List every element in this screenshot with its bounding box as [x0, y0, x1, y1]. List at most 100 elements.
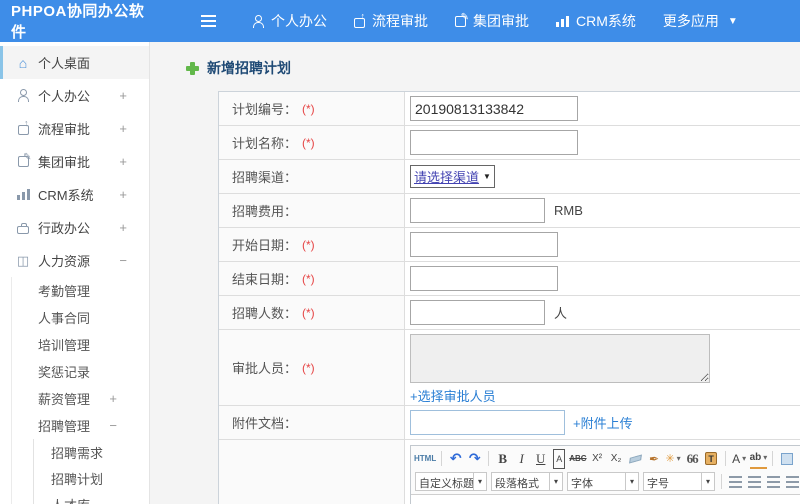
sidebar-item-salary[interactable]: 薪资管理 + — [12, 385, 149, 412]
align-justify-icon[interactable] — [786, 475, 799, 488]
share-arrow-icon — [17, 118, 29, 135]
align-right-icon[interactable] — [767, 475, 780, 488]
sidebar-item-training[interactable]: 培训管理 — [12, 331, 149, 358]
briefcase-icon — [17, 223, 29, 234]
strikethrough-button[interactable]: ABC — [569, 449, 586, 469]
form-row-channel: 招聘渠道： 请选择渠道 — [219, 160, 800, 194]
back-color-button[interactable]: ab — [749, 449, 768, 469]
expand-plus[interactable]: + — [119, 88, 149, 103]
rich-text-editor: HTML B I U A ABC X² X₂ — [410, 445, 800, 504]
nav-crm-system[interactable]: CRM系统 — [556, 11, 636, 31]
expand-plus[interactable]: + — [119, 187, 149, 202]
sidebar-item-group-approval[interactable]: 集团审批 + — [0, 145, 149, 178]
plan-number-input[interactable] — [410, 96, 578, 121]
subscript-button[interactable]: X₂ — [608, 449, 625, 469]
font-size-dropdown[interactable]: 字号 — [643, 472, 715, 491]
format-brush-icon[interactable]: ✒ — [646, 449, 663, 469]
sidebar-item-admin-office[interactable]: 行政办公 + — [0, 211, 149, 244]
start-date-input[interactable] — [410, 232, 558, 257]
field-label: 结束日期： — [232, 272, 298, 287]
nav-label: 个人办公 — [271, 13, 327, 29]
nav-workflow-approval[interactable]: 流程审批 — [354, 11, 428, 31]
underline-button[interactable]: U — [532, 449, 549, 469]
divider — [721, 474, 722, 489]
font-family-dropdown[interactable]: 字体 — [567, 472, 639, 491]
end-date-input[interactable] — [410, 266, 558, 291]
book-icon: ◫ — [16, 253, 30, 268]
upload-attachment-link[interactable]: +附件上传 — [573, 413, 633, 432]
share-arrow-icon — [354, 11, 365, 28]
autotypeset-icon[interactable]: ✳ — [665, 449, 682, 469]
custom-title-dropdown[interactable]: 自定义标题 — [415, 472, 487, 491]
field-label: 计划编号： — [232, 102, 298, 117]
redo-icon[interactable] — [466, 449, 483, 469]
expand-plus[interactable]: + — [119, 154, 149, 169]
autoformat-button[interactable]: A — [553, 448, 566, 469]
sidebar-item-personal-desktop[interactable]: ⌂ 个人桌面 — [0, 46, 149, 79]
nav-more-apps[interactable]: 更多应用 ▼ — [663, 11, 738, 31]
caret-down-icon — [701, 473, 714, 490]
channel-select[interactable]: 请选择渠道 — [410, 165, 495, 188]
eraser-icon[interactable] — [627, 449, 644, 469]
headcount-input[interactable] — [410, 300, 545, 325]
approver-textarea[interactable] — [410, 334, 710, 383]
sidebar-item-human-resources[interactable]: ◫ 人力资源 − — [0, 244, 149, 277]
person-icon — [17, 89, 29, 102]
sidebar-item-recruit-mgmt[interactable]: 招聘管理 − — [12, 412, 149, 439]
main-content: 新增招聘计划 计划编号： (*) 计划名称： (*) 招聘渠道： — [150, 42, 800, 504]
bold-button[interactable]: B — [494, 449, 511, 469]
nav-personal-office[interactable]: 个人办公 — [252, 11, 327, 31]
editor-content-area[interactable] — [411, 495, 800, 504]
expand-minus[interactable]: − — [119, 253, 149, 268]
align-center-icon[interactable] — [748, 475, 761, 488]
plan-name-input[interactable] — [410, 130, 578, 155]
bar-chart-icon — [556, 15, 569, 27]
page-title: 新增招聘计划 — [186, 58, 800, 78]
undo-icon[interactable] — [447, 449, 464, 469]
source-code-button[interactable]: HTML — [414, 449, 436, 469]
form-row-editor: HTML B I U A ABC X² X₂ — [219, 440, 800, 504]
cost-input[interactable] — [410, 198, 545, 223]
sidebar-item-rewards[interactable]: 奖惩记录 — [12, 358, 149, 385]
nav-label: 集团审批 — [473, 13, 529, 29]
form-row-start-date: 开始日期： (*) — [219, 228, 800, 262]
paste-clipboard-icon[interactable] — [703, 449, 720, 469]
sidebar-item-recruit-plan[interactable]: 招聘计划 — [34, 465, 149, 491]
required-mark: (*) — [302, 101, 315, 116]
bar-chart-icon — [16, 189, 30, 200]
sidebar-item-workflow-approval[interactable]: 流程审批 + — [0, 112, 149, 145]
paragraph-format-dropdown[interactable]: 段落格式 — [491, 472, 563, 491]
nav-label: CRM系统 — [576, 13, 636, 29]
superscript-button[interactable]: X² — [589, 449, 606, 469]
select-approver-link[interactable]: +选择审批人员 — [410, 386, 496, 405]
sidebar-toggle-button[interactable] — [198, 11, 218, 31]
divider — [724, 451, 726, 466]
blockquote-button[interactable]: 66 — [684, 449, 701, 469]
toolbar-row-1: HTML B I U A ABC X² X₂ — [413, 447, 800, 470]
sidebar-item-personal-office[interactable]: 个人办公 + — [0, 79, 149, 112]
recruit-submenu: 招聘需求 招聘计划 人才库 — [33, 439, 149, 504]
expand-minus[interactable]: − — [109, 418, 149, 433]
field-label: 招聘渠道： — [232, 170, 298, 185]
sidebar-item-attendance[interactable]: 考勤管理 — [12, 277, 149, 304]
sidebar-item-recruit-need[interactable]: 招聘需求 — [34, 439, 149, 465]
sidebar-item-hr-contract[interactable]: 人事合同 — [12, 304, 149, 331]
expand-plus[interactable]: + — [119, 121, 149, 136]
expand-plus[interactable]: + — [119, 220, 149, 235]
divider — [441, 451, 443, 466]
sidebar-item-crm-system[interactable]: CRM系统 + — [0, 178, 149, 211]
caret-down-icon — [625, 473, 638, 490]
sidebar-item-label: 人力资源 — [38, 254, 91, 269]
italic-button[interactable]: I — [513, 449, 530, 469]
font-color-button[interactable]: A — [731, 449, 748, 469]
sidebar-item-talent-pool[interactable]: 人才库 — [34, 491, 149, 504]
attachment-input[interactable] — [410, 410, 565, 435]
form-row-plan-name: 计划名称： (*) — [219, 126, 800, 160]
app-logo[interactable]: PHPOA协同办公软件 — [0, 0, 150, 42]
expand-plus[interactable]: + — [109, 391, 149, 406]
sidebar-item-label: 行政办公 — [38, 221, 91, 236]
align-left-icon[interactable] — [729, 475, 742, 488]
field-label: 开始日期： — [232, 238, 298, 253]
nav-group-approval[interactable]: 集团审批 — [455, 11, 529, 31]
insert-image-icon[interactable] — [778, 449, 795, 469]
